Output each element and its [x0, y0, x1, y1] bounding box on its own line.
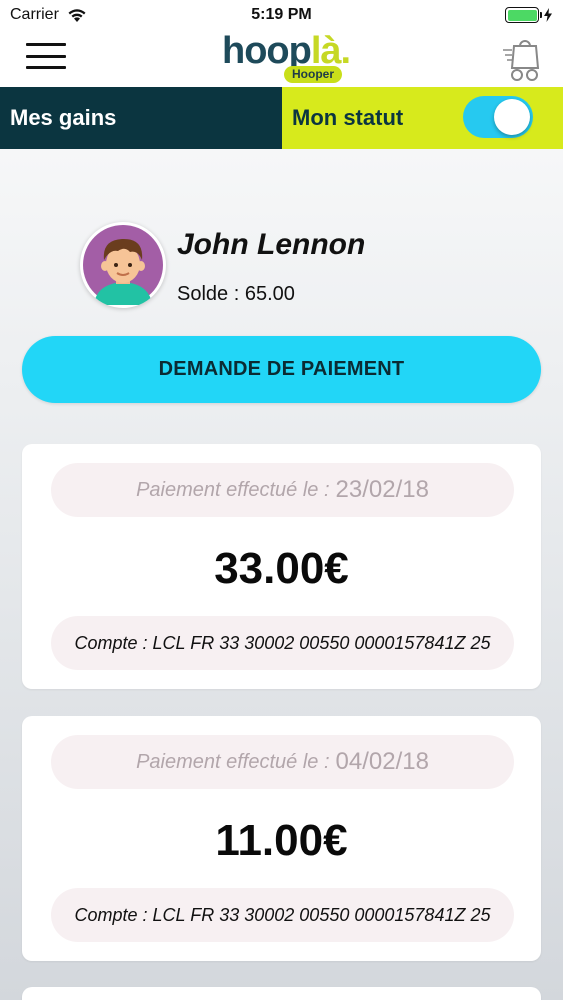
wifi-icon [68, 8, 86, 22]
payment-card: Paiement effectué le : 23/02/18 33.00€ C… [22, 444, 541, 689]
logo-badge: Hooper [284, 66, 342, 83]
payment-account: Compte : LCL FR 33 30002 00550 000015784… [51, 888, 514, 942]
payment-request-button[interactable]: DEMANDE DE PAIEMENT [22, 336, 541, 403]
user-name: John Lennon [177, 228, 366, 261]
balance-text: Solde : 65.00 [177, 283, 295, 305]
payment-date: 04/02/18 [335, 748, 429, 775]
avatar-boy-icon [83, 225, 163, 305]
payment-date-label: Paiement effectué le : [136, 750, 330, 773]
payment-card-partial [22, 987, 541, 1000]
charging-icon [544, 8, 552, 22]
shopping-cart-icon[interactable] [500, 36, 544, 82]
tab-mes-gains[interactable]: Mes gains [0, 87, 282, 149]
payment-account: Compte : LCL FR 33 30002 00550 000015784… [51, 616, 514, 670]
status-left: Carrier [10, 6, 87, 24]
header-tabs: Mes gains Mon statut [0, 87, 563, 149]
payment-date-label: Paiement effectué le : [136, 478, 330, 501]
app-logo: hooplà. Hooper [218, 30, 351, 84]
statut-label: Mon statut [292, 105, 404, 130]
hamburger-menu-icon[interactable] [26, 43, 66, 73]
statut-toggle[interactable] [463, 96, 533, 138]
payment-date-pill: Paiement effectué le : 23/02/18 [51, 463, 514, 517]
battery-icon [505, 7, 542, 23]
payment-date: 23/02/18 [335, 476, 429, 503]
payment-date-pill: Paiement effectué le : 04/02/18 [51, 735, 514, 789]
status-bar: Carrier 5:19 PM [0, 0, 563, 30]
nav-bar: hooplà. Hooper [0, 30, 563, 87]
payment-amount: 33.00€ [214, 544, 349, 593]
payment-amount: 11.00€ [215, 816, 348, 865]
avatar [80, 222, 166, 308]
payment-card: Paiement effectué le : 04/02/18 11.00€ C… [22, 716, 541, 961]
carrier-label: Carrier [10, 6, 59, 23]
tab-mon-statut: Mon statut [282, 87, 563, 149]
status-right [505, 7, 553, 23]
